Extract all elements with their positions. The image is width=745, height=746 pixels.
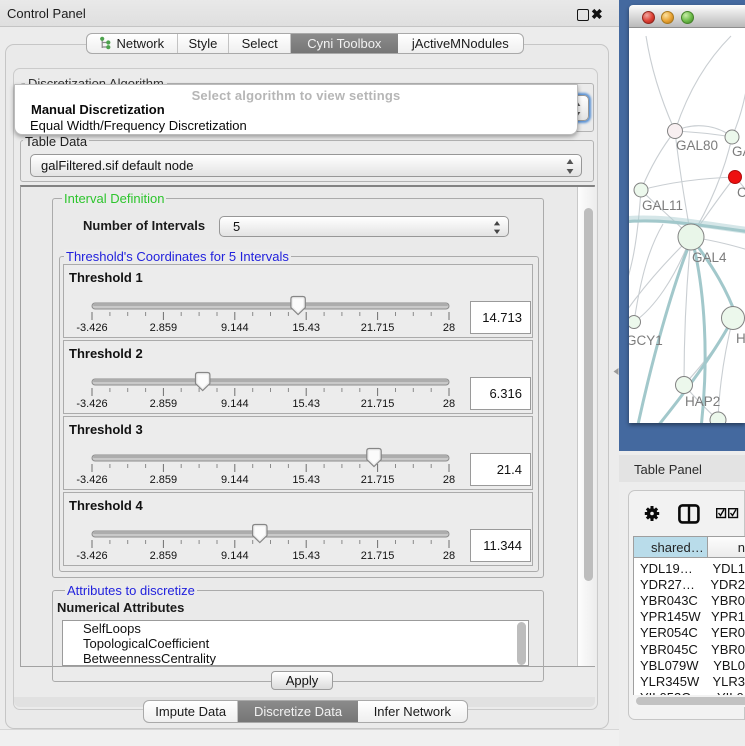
svg-text:2.859: 2.859: [150, 322, 178, 334]
svg-text:GCY1: GCY1: [629, 333, 663, 348]
svg-text:15.43: 15.43: [292, 398, 320, 410]
svg-text:GAL80: GAL80: [676, 138, 718, 153]
svg-text:9.144: 9.144: [221, 550, 249, 562]
svg-text:2.859: 2.859: [150, 550, 178, 562]
svg-text:GAL4: GAL4: [692, 250, 727, 265]
svg-text:-3.426: -3.426: [76, 550, 107, 562]
svg-text:15.43: 15.43: [292, 474, 320, 486]
svg-text:21.715: 21.715: [361, 398, 395, 410]
svg-text:2.859: 2.859: [150, 398, 178, 410]
svg-text:-3.426: -3.426: [76, 398, 107, 410]
svg-text:28: 28: [443, 322, 455, 334]
svg-text:15.43: 15.43: [292, 322, 320, 334]
svg-text:H: H: [736, 331, 745, 346]
svg-text:28: 28: [443, 474, 455, 486]
svg-text:15.43: 15.43: [292, 550, 320, 562]
svg-text:21.715: 21.715: [361, 322, 395, 334]
svg-text:9.144: 9.144: [221, 322, 249, 334]
svg-text:-3.426: -3.426: [76, 322, 107, 334]
svg-text:GA: GA: [732, 144, 745, 159]
svg-text:9.144: 9.144: [221, 398, 249, 410]
svg-text:HAP2: HAP2: [685, 394, 720, 409]
svg-text:-3.426: -3.426: [76, 474, 107, 486]
svg-text:28: 28: [443, 398, 455, 410]
svg-text:2.859: 2.859: [150, 474, 178, 486]
svg-text:21.715: 21.715: [361, 550, 395, 562]
svg-text:9.144: 9.144: [221, 474, 249, 486]
svg-text:28: 28: [443, 550, 455, 562]
svg-text:GAL11: GAL11: [642, 198, 683, 213]
svg-text:C: C: [737, 185, 745, 200]
svg-text:21.715: 21.715: [361, 474, 395, 486]
